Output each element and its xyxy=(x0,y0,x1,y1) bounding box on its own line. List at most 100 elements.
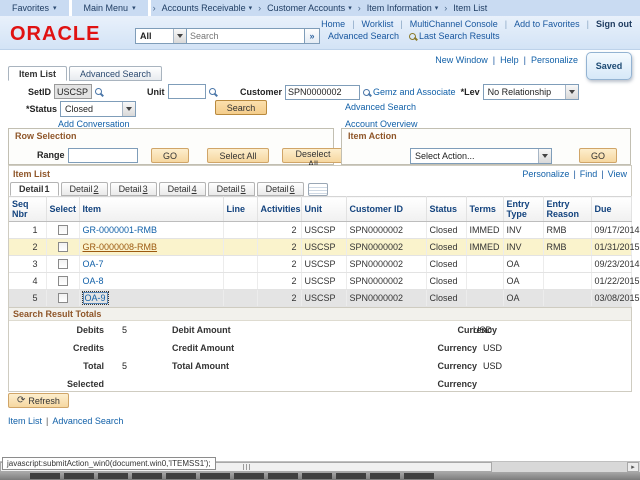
status-label: *Status xyxy=(26,104,57,114)
refresh-label: Refresh xyxy=(28,396,60,406)
header-banner: ORACLE Home | Worklist | MultiChannel Co… xyxy=(0,16,640,50)
scrollbar-right-arrow[interactable]: ▸ xyxy=(627,462,639,472)
detail-tab-strip: Detail 1 Detail 2 Detail 3 Detail 4 Deta… xyxy=(9,181,631,196)
main-menu-label: Main Menu xyxy=(84,3,129,13)
grid-find-link[interactable]: Find xyxy=(580,169,598,179)
row-select-checkbox[interactable] xyxy=(58,242,68,252)
setid-lookup-icon[interactable] xyxy=(95,88,102,95)
entry-reason-cell: RMB xyxy=(543,222,591,239)
table-row-selected: 2 GR-0000008-RMB 2 USCSP SPN0000002 Clos… xyxy=(9,239,631,256)
detail-tab-4[interactable]: Detail 4 xyxy=(159,182,206,196)
setid-field[interactable]: USCSP xyxy=(54,84,92,99)
customer-field[interactable]: SPN0000002 xyxy=(285,85,360,100)
breadcrumb-item-information[interactable]: Item Information ▾ xyxy=(363,3,443,13)
setid-label: SetID xyxy=(28,87,51,97)
personalize-page-link[interactable]: Personalize xyxy=(531,55,578,65)
dropdown-arrow-icon[interactable] xyxy=(122,102,135,116)
deselect-all-button[interactable]: Deselect All xyxy=(282,148,344,163)
row-select-checkbox[interactable] xyxy=(58,293,68,303)
range-label: Range xyxy=(37,150,65,160)
row-select-checkbox[interactable] xyxy=(58,276,68,286)
page-footer-links: Item List | Advanced Search xyxy=(8,416,123,426)
breadcrumb-accounts-receivable[interactable]: Accounts Receivable ▾ xyxy=(158,3,257,13)
item-link[interactable]: OA-7 xyxy=(83,259,104,269)
unit-cell: USCSP xyxy=(301,256,346,273)
select-all-button[interactable]: Select All xyxy=(207,148,269,163)
add-to-favorites-link[interactable]: Add to Favorites xyxy=(514,19,580,29)
item-action-go-button[interactable]: GO xyxy=(579,148,617,163)
favorites-menu[interactable]: Favorites ▾ xyxy=(0,0,72,16)
totals-label: Selected xyxy=(29,379,104,389)
row-select-checkbox[interactable] xyxy=(58,259,68,269)
totals-row-total: Total 5 Total Amount Currency USD xyxy=(9,361,631,375)
tab-item-list[interactable]: Item List xyxy=(8,66,67,81)
item-link[interactable]: GR-0000008-RMB xyxy=(83,242,158,252)
search-go-button[interactable]: » xyxy=(305,28,320,44)
breadcrumb-customer-accounts[interactable]: Customer Accounts ▾ xyxy=(263,3,356,13)
detail-tab-number: 3 xyxy=(143,184,148,194)
entry-reason-cell xyxy=(543,273,591,290)
new-window-link[interactable]: New Window xyxy=(435,55,488,65)
status-cell: Closed xyxy=(426,239,466,256)
last-search-results-link[interactable]: Last Search Results xyxy=(419,31,500,41)
range-go-button[interactable]: GO xyxy=(151,148,189,163)
detail-tab-label: Detail xyxy=(70,184,93,194)
footer-advanced-search-link[interactable]: Advanced Search xyxy=(52,416,123,426)
detail-tab-2[interactable]: Detail 2 xyxy=(61,182,108,196)
range-field[interactable] xyxy=(68,148,138,163)
grid-titlebar: Item List Personalize | Find | View xyxy=(9,166,631,181)
totals-label: Credits xyxy=(29,343,104,353)
breadcrumb-separator: › xyxy=(151,3,158,13)
item-action-select[interactable]: Select Action... xyxy=(410,148,552,164)
main-menu[interactable]: Main Menu ▾ xyxy=(72,0,151,16)
advanced-search-header-link[interactable]: Advanced Search xyxy=(328,31,399,41)
seq-cell: 3 xyxy=(9,256,46,273)
status-select[interactable]: Closed xyxy=(60,101,136,117)
item-link[interactable]: OA-8 xyxy=(83,276,104,286)
seq-cell: 1 xyxy=(9,222,46,239)
dropdown-arrow-icon[interactable] xyxy=(173,29,186,43)
level-label: *Lev xyxy=(461,87,480,97)
detail-tab-3[interactable]: Detail 3 xyxy=(110,182,157,196)
detail-tab-number: 6 xyxy=(290,184,295,194)
dropdown-arrow-icon[interactable] xyxy=(538,149,551,163)
totals-row-debits: Debits 5 Debit Amount Currency USD xyxy=(9,325,631,339)
sign-out-link[interactable]: Sign out xyxy=(596,19,632,29)
customer-name-link[interactable]: Gemz and Associate xyxy=(373,87,456,97)
advanced-search-link[interactable]: Advanced Search xyxy=(345,102,416,112)
row-selection-controls: Range GO Select All Deselect All xyxy=(9,147,333,163)
row-selection-title: Row Selection xyxy=(15,131,77,141)
breadcrumb-separator: › xyxy=(256,3,263,13)
terms-cell xyxy=(466,273,503,290)
unit-field[interactable] xyxy=(168,84,206,99)
footer-item-list-link[interactable]: Item List xyxy=(8,416,42,426)
due-cell: 01/22/2015 xyxy=(591,273,631,290)
dropdown-arrow-icon[interactable] xyxy=(565,85,578,99)
search-button[interactable]: Search xyxy=(215,100,267,115)
grid-view-link[interactable]: View xyxy=(608,169,627,179)
detail-tab-6[interactable]: Detail 6 xyxy=(257,182,304,196)
search-input[interactable] xyxy=(187,28,305,44)
item-link[interactable]: GR-0000001-RMB xyxy=(83,225,158,235)
col-line: Line xyxy=(223,197,257,222)
line-cell xyxy=(223,239,257,256)
help-link[interactable]: Help xyxy=(500,55,519,65)
detail-tab-5[interactable]: Detail 5 xyxy=(208,182,255,196)
customer-lookup-icon[interactable] xyxy=(363,89,370,96)
status-cell: Closed xyxy=(426,222,466,239)
tab-advanced-search[interactable]: Advanced Search xyxy=(69,66,162,81)
level-value: No Relationship xyxy=(488,87,552,97)
detail-tab-1[interactable]: Detail 1 xyxy=(10,182,59,196)
currency-value: USD xyxy=(483,343,502,353)
col-status: Status xyxy=(426,197,466,222)
row-select-checkbox[interactable] xyxy=(58,225,68,235)
chevron-down-icon: ▾ xyxy=(132,4,136,12)
grid-personalize-link[interactable]: Personalize xyxy=(522,169,569,179)
due-cell: 09/17/2014 xyxy=(591,222,631,239)
search-scope-select[interactable]: All xyxy=(135,28,187,44)
level-select[interactable]: No Relationship xyxy=(483,84,579,100)
unit-lookup-icon[interactable] xyxy=(209,88,216,95)
refresh-button[interactable]: ⟳ Refresh xyxy=(8,393,69,408)
item-link-focused[interactable]: OA-9 xyxy=(83,292,108,304)
show-all-columns-icon[interactable] xyxy=(308,183,328,196)
